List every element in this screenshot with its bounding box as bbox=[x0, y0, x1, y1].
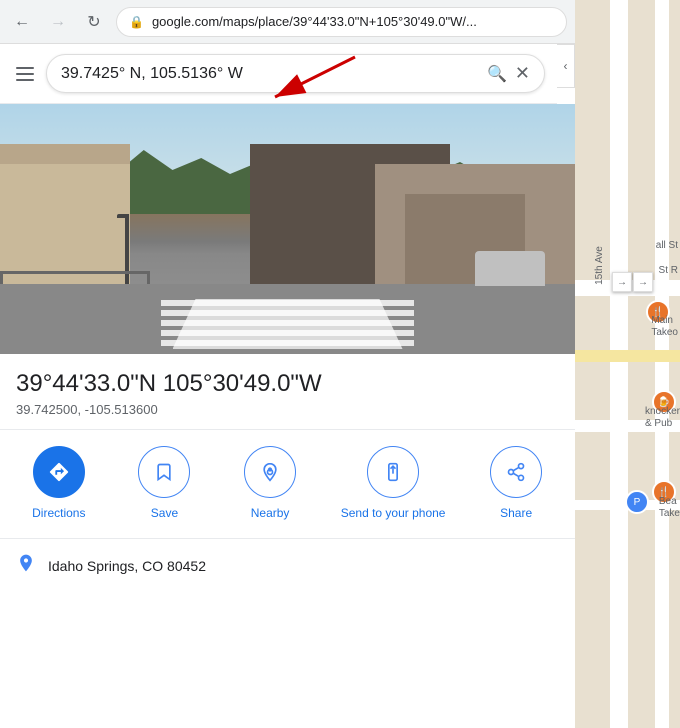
share-button[interactable]: Share bbox=[481, 446, 551, 522]
url-text: google.com/maps/place/39°44'33.0"N+105°3… bbox=[152, 14, 554, 29]
map-place-knocker: knocker& Pub bbox=[645, 406, 680, 430]
back-icon: ← bbox=[14, 13, 30, 31]
browser-chrome: ← → ↻ 🔒 google.com/maps/place/39°44'33.0… bbox=[0, 0, 575, 44]
map-road-v-1 bbox=[610, 0, 628, 728]
refresh-button[interactable]: ↻ bbox=[80, 8, 108, 36]
map-nav-arrow-1: → bbox=[612, 272, 632, 292]
right-panel-map[interactable]: → → 15th Ave St R all St 🍴 MainTakeo 🍺 k… bbox=[575, 0, 680, 728]
map-road-h-2 bbox=[575, 350, 680, 362]
left-panel: ← → ↻ 🔒 google.com/maps/place/39°44'33.0… bbox=[0, 0, 575, 728]
map-label-15th-ave: 15th Ave bbox=[594, 246, 605, 285]
map-place-bea: BeaTake bbox=[659, 496, 680, 520]
share-icon bbox=[506, 462, 526, 482]
hamburger-menu[interactable] bbox=[12, 63, 38, 85]
info-section: 39°44'33.0"N 105°30'49.0"W 39.742500, -1… bbox=[0, 354, 575, 430]
send-to-phone-button[interactable]: Send to your phone bbox=[341, 446, 446, 522]
send-to-phone-label: Send to your phone bbox=[341, 506, 446, 522]
map-label-st-r: St R bbox=[659, 265, 678, 276]
send-to-phone-icon bbox=[383, 462, 403, 482]
map-label-all-st: all St bbox=[656, 240, 678, 251]
share-label: Share bbox=[500, 506, 532, 522]
chevron-right-icon: ‹ bbox=[564, 59, 568, 73]
close-icon: ✕ bbox=[515, 63, 530, 83]
save-icon bbox=[154, 462, 174, 482]
address-row: Idaho Springs, CO 80452 bbox=[0, 539, 575, 593]
location-pin-icon bbox=[16, 553, 36, 579]
nearby-button[interactable]: Nearby bbox=[235, 446, 305, 522]
search-button[interactable]: 🔍 bbox=[487, 64, 507, 84]
save-icon-circle bbox=[138, 446, 190, 498]
clear-button[interactable]: ✕ bbox=[515, 63, 530, 84]
directions-icon-circle bbox=[33, 446, 85, 498]
nearby-icon bbox=[260, 462, 280, 482]
nearby-icon-circle bbox=[244, 446, 296, 498]
forward-button[interactable]: → bbox=[44, 8, 72, 36]
coordinates-dms: 39°44'33.0"N 105°30'49.0"W bbox=[16, 370, 559, 398]
coordinates-decimal: 39.742500, -105.513600 bbox=[16, 402, 559, 417]
back-button[interactable]: ← bbox=[8, 8, 36, 36]
share-icon-circle bbox=[490, 446, 542, 498]
collapse-panel-button[interactable]: ‹ bbox=[557, 44, 575, 88]
map-nav-arrow-2: → bbox=[633, 272, 653, 292]
address-text: Idaho Springs, CO 80452 bbox=[48, 558, 206, 574]
send-to-phone-icon-circle bbox=[367, 446, 419, 498]
directions-label: Directions bbox=[32, 506, 85, 522]
map-background: → → 15th Ave St R all St 🍴 MainTakeo 🍺 k… bbox=[575, 0, 680, 728]
save-label: Save bbox=[151, 506, 178, 522]
search-icon: 🔍 bbox=[487, 66, 507, 83]
action-buttons: Directions Save Nearby bbox=[0, 430, 575, 539]
map-poi-parking[interactable]: P bbox=[625, 490, 649, 514]
address-bar[interactable]: 🔒 google.com/maps/place/39°44'33.0"N+105… bbox=[116, 7, 567, 37]
map-road-v-2 bbox=[655, 0, 669, 728]
save-button[interactable]: Save bbox=[129, 446, 199, 522]
refresh-icon: ↻ bbox=[87, 12, 100, 32]
directions-icon bbox=[48, 461, 70, 483]
directions-button[interactable]: Directions bbox=[24, 446, 94, 522]
street-view-image bbox=[0, 104, 575, 354]
forward-icon: → bbox=[50, 13, 66, 31]
nearby-label: Nearby bbox=[251, 506, 290, 522]
map-place-main-takeo: MainTakeo bbox=[651, 315, 678, 339]
lock-icon: 🔒 bbox=[129, 15, 144, 29]
red-arrow bbox=[200, 52, 360, 112]
